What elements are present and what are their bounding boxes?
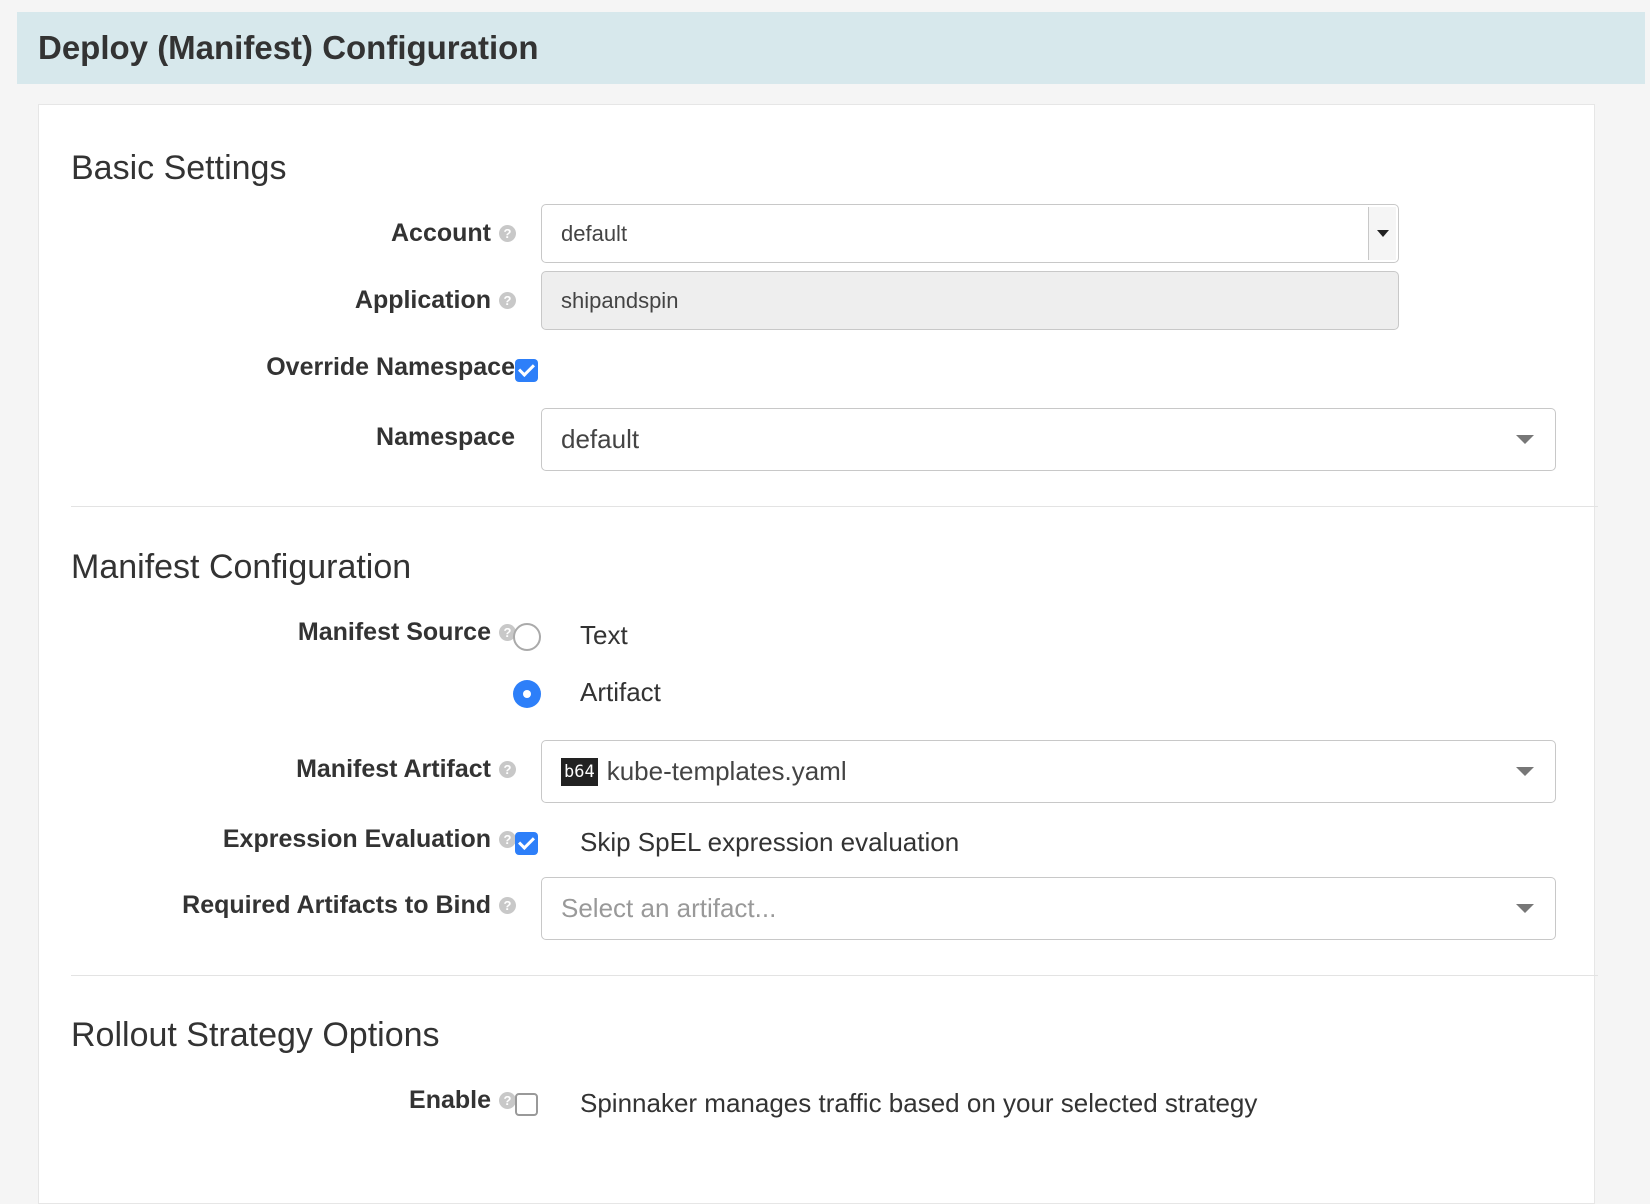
- expression-evaluation-label-text: Expression Evaluation: [222, 825, 491, 853]
- basic-settings-title: Basic Settings: [71, 149, 287, 187]
- enable-rollout-checkbox[interactable]: [515, 1093, 538, 1116]
- application-value: shipandspin: [561, 287, 679, 313]
- account-label-text: Account: [391, 219, 491, 247]
- section-divider: [71, 506, 1598, 507]
- enable-label-text: Enable: [409, 1086, 491, 1114]
- caret-down-icon: [1376, 230, 1389, 237]
- account-select[interactable]: default: [541, 204, 1399, 263]
- manifest-artifact-label-text: Manifest Artifact: [296, 755, 491, 783]
- page-title: Deploy (Manifest) Configuration: [38, 29, 539, 66]
- account-dropdown-button[interactable]: [1368, 207, 1396, 260]
- namespace-label-text: Namespace: [376, 423, 515, 451]
- caret-down-icon: [1516, 435, 1534, 444]
- namespace-select-value: default: [561, 424, 640, 454]
- manifest-configuration-title: Manifest Configuration: [71, 548, 412, 586]
- help-icon[interactable]: ?: [499, 1092, 516, 1109]
- help-icon[interactable]: ?: [499, 225, 516, 242]
- namespace-select[interactable]: default: [541, 408, 1556, 471]
- base64-badge: b64: [561, 757, 598, 786]
- override-namespace-label-text: Override Namespace: [266, 353, 515, 381]
- help-icon[interactable]: ?: [499, 761, 516, 778]
- manifest-source-label: Manifest Source ?: [298, 618, 516, 647]
- expression-evaluation-label: Expression Evaluation ?: [223, 825, 516, 854]
- manifest-source-artifact-label[interactable]: Artifact: [580, 677, 661, 708]
- help-icon[interactable]: ?: [499, 897, 516, 914]
- required-artifacts-placeholder: Select an artifact...: [561, 893, 777, 923]
- manifest-source-label-text: Manifest Source: [297, 618, 491, 646]
- skip-spel-label[interactable]: Skip SpEL expression evaluation: [580, 827, 959, 858]
- manifest-source-artifact-radio[interactable]: [513, 680, 541, 708]
- rollout-strategy-title: Rollout Strategy Options: [71, 1016, 440, 1054]
- manifest-artifact-label: Manifest Artifact ?: [296, 755, 516, 784]
- required-artifacts-select[interactable]: Select an artifact...: [541, 877, 1556, 940]
- caret-down-icon: [1516, 767, 1534, 776]
- help-icon[interactable]: ?: [499, 831, 516, 848]
- application-field: shipandspin: [541, 271, 1399, 330]
- required-artifacts-label: Required Artifacts to Bind ?: [182, 891, 516, 920]
- required-artifacts-label-text: Required Artifacts to Bind: [182, 891, 491, 919]
- help-icon[interactable]: ?: [499, 292, 516, 309]
- config-panel: Basic Settings Account ? default Applica…: [38, 104, 1598, 1204]
- account-label: Account ?: [391, 219, 516, 248]
- application-label: Application ?: [355, 286, 516, 315]
- namespace-label: Namespace: [376, 423, 515, 452]
- application-label-text: Application: [354, 286, 491, 314]
- manifest-artifact-select[interactable]: b64 kube-templates.yaml: [541, 740, 1556, 803]
- page-header: Deploy (Manifest) Configuration: [17, 12, 1645, 84]
- manifest-source-text-radio[interactable]: [513, 623, 541, 651]
- enable-label: Enable ?: [409, 1086, 516, 1115]
- override-namespace-checkbox[interactable]: [515, 359, 538, 382]
- enable-rollout-label[interactable]: Spinnaker manages traffic based on your …: [580, 1088, 1257, 1119]
- manifest-artifact-value: kube-templates.yaml: [606, 756, 847, 786]
- caret-down-icon: [1516, 904, 1534, 913]
- manifest-source-text-label[interactable]: Text: [580, 620, 628, 651]
- skip-spel-checkbox[interactable]: [515, 832, 538, 855]
- account-select-value: default: [561, 220, 628, 246]
- section-divider: [71, 975, 1598, 976]
- override-namespace-label: Override Namespace: [266, 353, 515, 382]
